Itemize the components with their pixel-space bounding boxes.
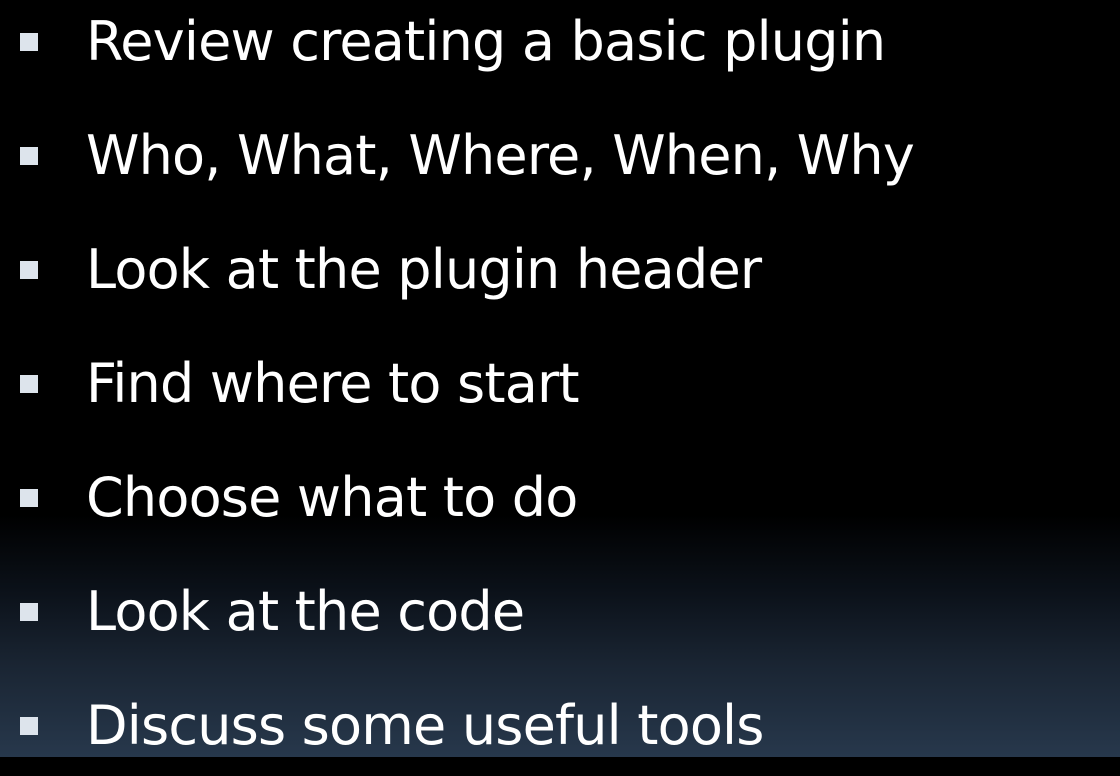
bullet-item: Discuss some useful tools xyxy=(0,676,1120,776)
bullet-item: Who, What, Where, When, Why xyxy=(0,106,1120,206)
bullet-text: Find where to start xyxy=(86,352,580,415)
bullet-text: Review creating a basic plugin xyxy=(86,10,886,73)
slide: Review creating a basic plugin Who, What… xyxy=(0,0,1120,757)
bullet-item: Choose what to do xyxy=(0,448,1120,548)
square-bullet-icon xyxy=(20,33,38,51)
bullet-text: Look at the code xyxy=(86,580,525,643)
bullet-text: Choose what to do xyxy=(86,466,578,529)
square-bullet-icon xyxy=(20,603,38,621)
bullet-text: Discuss some useful tools xyxy=(86,694,764,757)
square-bullet-icon xyxy=(20,717,38,735)
bullet-item: Find where to start xyxy=(0,334,1120,434)
bullet-item: Look at the plugin header xyxy=(0,220,1120,320)
square-bullet-icon xyxy=(20,375,38,393)
square-bullet-icon xyxy=(20,147,38,165)
bullet-text: Who, What, Where, When, Why xyxy=(86,124,915,187)
square-bullet-icon xyxy=(20,489,38,507)
bullet-item: Review creating a basic plugin xyxy=(0,0,1120,92)
square-bullet-icon xyxy=(20,261,38,279)
bullet-item: Look at the code xyxy=(0,562,1120,662)
bullet-text: Look at the plugin header xyxy=(86,238,762,301)
